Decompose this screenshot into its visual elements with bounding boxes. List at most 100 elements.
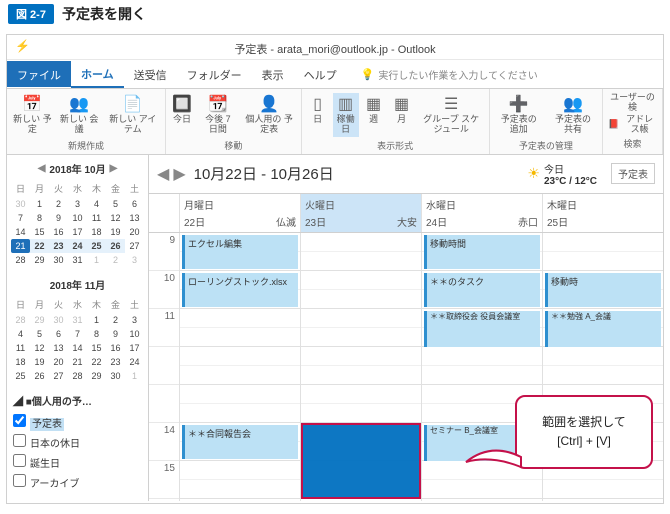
mini-cal-day[interactable]: 4	[11, 327, 30, 341]
user-search[interactable]: ユーザーの検	[606, 93, 659, 113]
next7-button[interactable]: 📆今後 7 日間	[197, 93, 239, 137]
mini-cal-day[interactable]: 28	[11, 313, 30, 327]
calendar-checkbox-item[interactable]: 予定表	[13, 412, 142, 432]
mini-cal-day[interactable]: 21	[11, 239, 30, 253]
mini-cal-day[interactable]: 2	[49, 197, 68, 211]
day-header[interactable]: 水曜日24日赤口	[421, 194, 542, 232]
calendar-checkbox-item[interactable]: 誕生日	[13, 452, 142, 472]
mini-cal-day[interactable]: 1	[125, 369, 144, 383]
calendar-event[interactable]: ＊＊勉強 A_会議	[545, 311, 661, 347]
mini-cal-day[interactable]: 11	[11, 341, 30, 355]
mini-cal-day[interactable]: 6	[125, 197, 144, 211]
mini-cal-day[interactable]: 13	[49, 341, 68, 355]
mini-cal-day[interactable]: 22	[87, 355, 106, 369]
calendar-event[interactable]: エクセル編集	[182, 235, 298, 269]
prev-month-icon[interactable]: ◀	[34, 163, 50, 174]
mini-cal-day[interactable]: 1	[30, 197, 49, 211]
mini-cal-day[interactable]: 18	[11, 355, 30, 369]
calendar-event[interactable]: ＊＊合同報告会	[182, 425, 298, 459]
mini-cal-day[interactable]: 8	[30, 211, 49, 225]
mini-cal-day[interactable]: 17	[68, 225, 87, 239]
schedule-view-button[interactable]: ☰グループ スケジュール	[417, 93, 486, 137]
mini-cal-day[interactable]: 7	[68, 327, 87, 341]
time-selection[interactable]	[303, 425, 419, 497]
mini-cal-day[interactable]: 11	[87, 211, 106, 225]
mini-cal-day[interactable]: 30	[11, 197, 30, 211]
tab-sendreceive[interactable]: 送受信	[124, 61, 177, 87]
mini-cal-day[interactable]: 29	[87, 369, 106, 383]
mini-cal-day[interactable]: 28	[68, 369, 87, 383]
mini-cal-day[interactable]: 10	[125, 327, 144, 341]
mini-cal-day[interactable]: 24	[125, 355, 144, 369]
mini-cal-day[interactable]: 1	[87, 313, 106, 327]
mini-cal-day[interactable]: 29	[30, 313, 49, 327]
calendar-event[interactable]: ＊＊のタスク	[424, 273, 540, 307]
week-view-button[interactable]: ▦週	[361, 93, 387, 137]
mini-cal-day[interactable]: 30	[106, 369, 125, 383]
mini-cal-day[interactable]: 21	[68, 355, 87, 369]
next-range-icon[interactable]: ▶	[173, 164, 185, 184]
mini-cal-day[interactable]: 26	[30, 369, 49, 383]
day-header[interactable]: 月曜日22日仏滅	[179, 194, 300, 232]
mini-cal-day[interactable]: 3	[125, 253, 144, 267]
mini-cal-day[interactable]: 8	[87, 327, 106, 341]
mini-cal-day[interactable]: 30	[49, 313, 68, 327]
new-appointment-button[interactable]: 📅新しい 予定	[10, 93, 55, 137]
calendar-event[interactable]: ローリングストック.xlsx	[182, 273, 298, 307]
new-meeting-button[interactable]: 👥新しい 会議	[57, 93, 102, 137]
mini-cal-day[interactable]: 22	[30, 239, 49, 253]
mini-cal-day[interactable]: 13	[125, 211, 144, 225]
tab-help[interactable]: ヘルプ	[294, 61, 347, 87]
tell-me-search[interactable]: 💡 実行したい作業を入力してください	[347, 67, 663, 82]
mini-cal-day[interactable]: 15	[87, 341, 106, 355]
mini-cal-day[interactable]: 31	[68, 253, 87, 267]
tab-file[interactable]: ファイル	[7, 61, 71, 87]
new-items-button[interactable]: 📄新しい アイテム	[103, 93, 162, 137]
mini-calendar-nov[interactable]: 2018年 11月 日月火水木金土28293031123456789101112…	[7, 271, 148, 387]
mini-cal-day[interactable]: 14	[11, 225, 30, 239]
mini-cal-day[interactable]: 31	[68, 313, 87, 327]
mini-calendar-oct[interactable]: ◀ 2018年 10月 ▶ 日月火水木金土3012345678910111213…	[7, 155, 148, 271]
share-calendar-button[interactable]: 👥予定表の 共有	[547, 93, 599, 137]
calendar-list-header[interactable]: ◢ ■個人用の予…	[13, 393, 142, 408]
workweek-view-button[interactable]: ▥稼働日	[333, 93, 359, 137]
calendar-event[interactable]: 移動時	[545, 273, 661, 307]
mini-cal-day[interactable]: 23	[49, 239, 68, 253]
mini-cal-day[interactable]: 20	[49, 355, 68, 369]
next-month-icon[interactable]: ▶	[106, 163, 122, 174]
calendar-event[interactable]: ＊＊取締役会 役員会議室	[424, 311, 540, 347]
view-dropdown[interactable]: 予定表	[611, 163, 655, 184]
mini-cal-day[interactable]: 1	[87, 253, 106, 267]
personal-cal-button[interactable]: 👤個人用の 予定表	[241, 93, 298, 137]
day-view-button[interactable]: ▯日	[305, 93, 331, 137]
mini-cal-day[interactable]: 20	[125, 225, 144, 239]
mini-cal-day[interactable]: 25	[87, 239, 106, 253]
address-book-button[interactable]: 📕アドレス帳	[606, 115, 659, 135]
mini-cal-day[interactable]: 27	[49, 369, 68, 383]
mini-cal-day[interactable]: 9	[106, 327, 125, 341]
mini-cal-day[interactable]: 9	[49, 211, 68, 225]
mini-cal-day[interactable]: 28	[11, 253, 30, 267]
mini-cal-day[interactable]: 23	[106, 355, 125, 369]
mini-cal-day[interactable]: 12	[106, 211, 125, 225]
mini-cal-day[interactable]: 25	[11, 369, 30, 383]
tab-folder[interactable]: フォルダー	[177, 61, 252, 87]
mini-cal-day[interactable]: 15	[30, 225, 49, 239]
mini-cal-day[interactable]: 18	[87, 225, 106, 239]
calendar-event[interactable]: 移動時間	[424, 235, 540, 269]
mini-cal-day[interactable]: 10	[68, 211, 87, 225]
prev-range-icon[interactable]: ◀	[157, 164, 169, 184]
mini-cal-day[interactable]: 14	[68, 341, 87, 355]
tab-home[interactable]: ホーム	[71, 60, 124, 88]
calendar-checkbox-item[interactable]: アーカイブ	[13, 472, 142, 492]
mini-cal-day[interactable]: 17	[125, 341, 144, 355]
mini-cal-day[interactable]: 16	[106, 341, 125, 355]
mini-cal-day[interactable]: 19	[106, 225, 125, 239]
mini-cal-day[interactable]: 6	[49, 327, 68, 341]
mini-cal-day[interactable]: 2	[106, 313, 125, 327]
mini-cal-day[interactable]: 29	[30, 253, 49, 267]
mini-cal-day[interactable]: 3	[68, 197, 87, 211]
mini-cal-day[interactable]: 5	[106, 197, 125, 211]
month-view-button[interactable]: ▦月	[389, 93, 415, 137]
mini-cal-day[interactable]: 26	[106, 239, 125, 253]
